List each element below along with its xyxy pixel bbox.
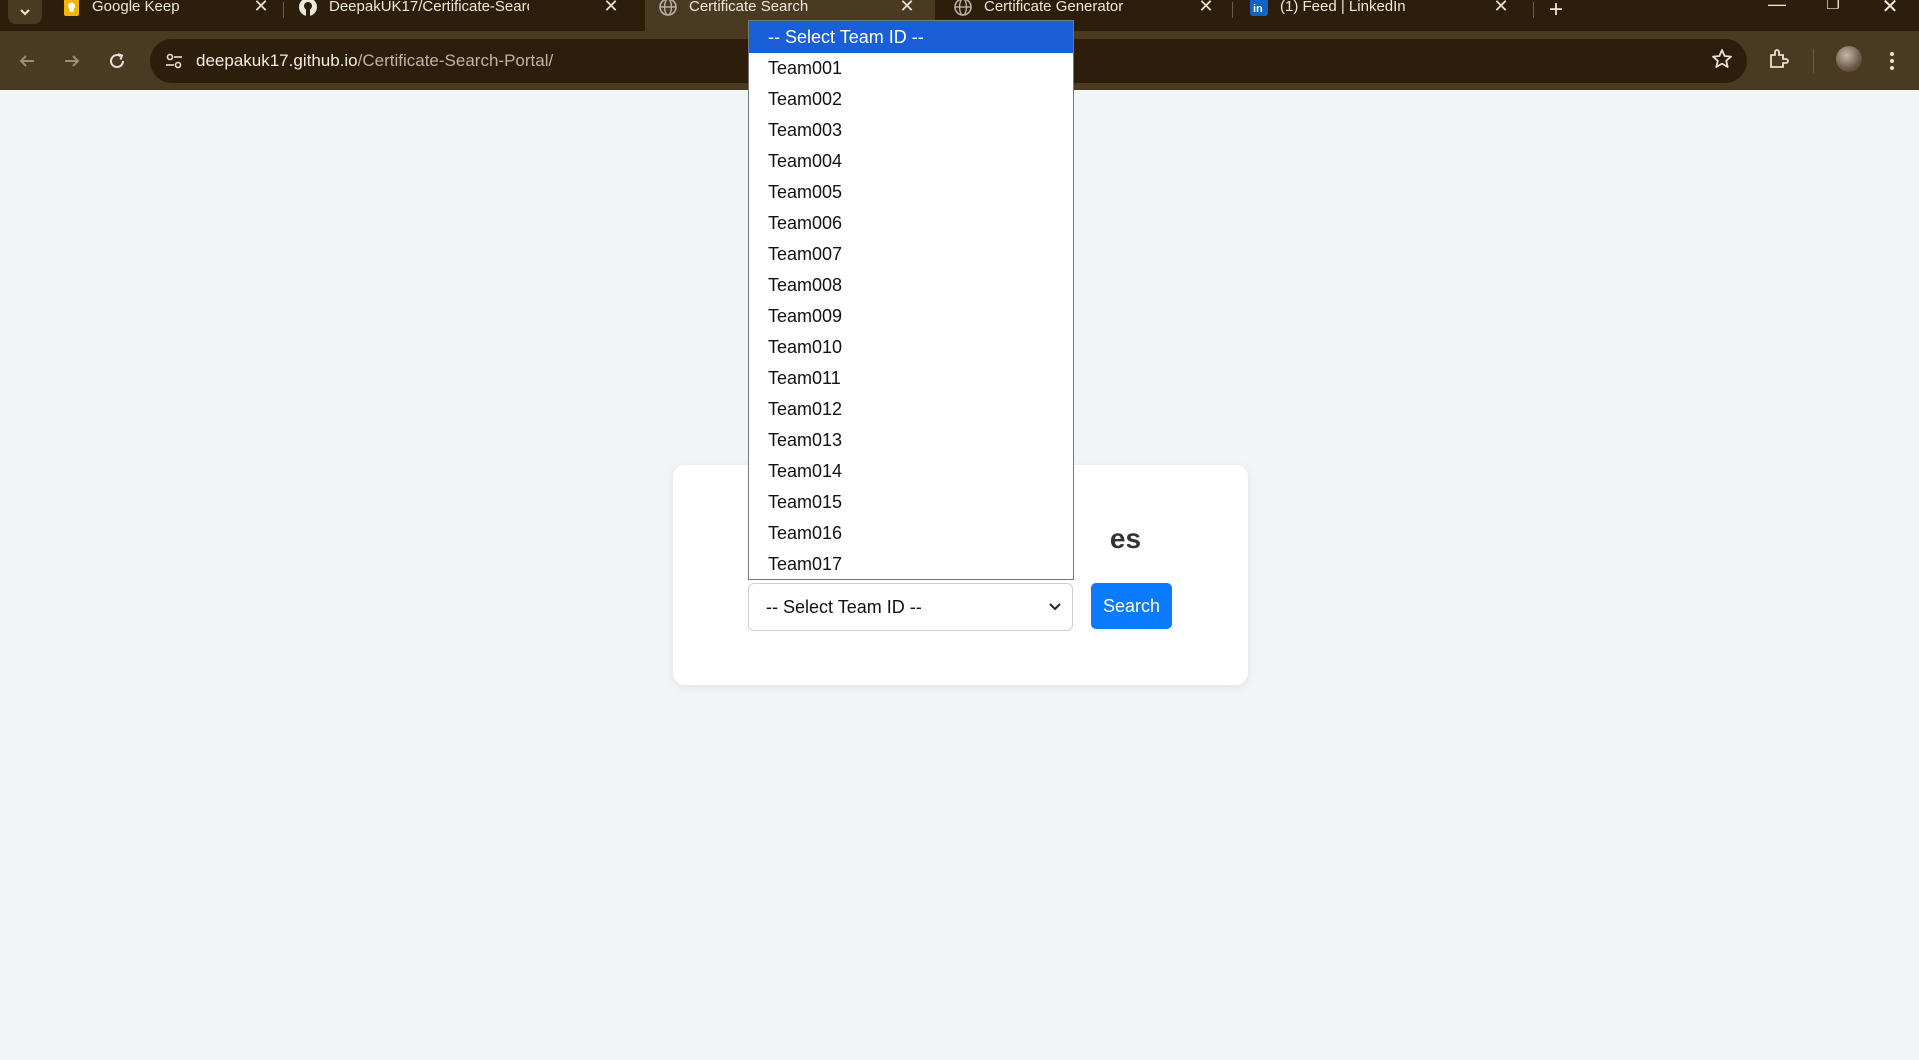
dropdown-option[interactable]: Team014 — [749, 456, 1073, 487]
tab-title: DeepakUK17/Certificate-Search — [329, 0, 529, 14]
back-button[interactable] — [12, 46, 42, 76]
url-host: deepakuk17.github.io — [196, 51, 358, 70]
tab-google-keep[interactable]: Google Keep ✕ — [48, 0, 280, 31]
dropdown-option[interactable]: Team008 — [749, 270, 1073, 301]
browser-menu-button[interactable] — [1882, 46, 1902, 76]
google-keep-icon — [62, 0, 80, 16]
dropdown-option[interactable]: Team012 — [749, 394, 1073, 425]
dropdown-option[interactable]: Team006 — [749, 208, 1073, 239]
svg-text:in: in — [1253, 3, 1263, 15]
select-value: -- Select Team ID -- — [766, 597, 922, 617]
back-arrow-icon — [19, 55, 34, 67]
chevron-down-icon — [1048, 584, 1062, 648]
dropdown-option[interactable]: Team002 — [749, 84, 1073, 115]
dropdown-option[interactable]: Team011 — [749, 363, 1073, 394]
dropdown-option[interactable]: Team017 — [749, 549, 1073, 580]
tab-close-icon[interactable]: ✕ — [1197, 0, 1215, 15]
tab-close-icon[interactable]: ✕ — [602, 0, 620, 15]
tab-close-icon[interactable]: ✕ — [898, 0, 916, 15]
dropdown-option[interactable]: Team010 — [749, 332, 1073, 363]
site-info-button[interactable] — [160, 47, 188, 75]
profile-avatar[interactable] — [1836, 46, 1862, 72]
minimize-icon[interactable]: — — [1767, 0, 1787, 15]
dropdown-option-placeholder[interactable]: -- Select Team ID -- — [749, 21, 1073, 53]
reload-button[interactable] — [102, 46, 132, 76]
tab-close-icon[interactable]: ✕ — [1492, 0, 1510, 15]
team-id-dropdown-list[interactable]: -- Select Team ID -- Team001 Team002 Team00… — [748, 20, 1074, 580]
new-tab-button[interactable]: + — [1545, 0, 1567, 24]
bookmark-star-icon[interactable] — [1711, 48, 1735, 72]
dropdown-option[interactable]: Team009 — [749, 301, 1073, 332]
search-button[interactable]: Search — [1091, 583, 1172, 629]
globe-icon — [954, 0, 972, 16]
close-window-icon[interactable]: ✕ — [1880, 0, 1900, 19]
tab-title: Certificate Search — [689, 0, 809, 14]
dropdown-option[interactable]: Team001 — [749, 53, 1073, 84]
dropdown-option[interactable]: Team015 — [749, 487, 1073, 518]
linkedin-icon: in — [1250, 0, 1268, 16]
dropdown-option[interactable]: Team004 — [749, 146, 1073, 177]
forward-button[interactable] — [57, 46, 87, 76]
dropdown-option[interactable]: Team013 — [749, 425, 1073, 456]
chevron-down-icon — [20, 9, 30, 16]
tab-search-button[interactable] — [8, 0, 42, 24]
tab-github[interactable]: DeepakUK17/Certificate-Search ✕ — [285, 0, 635, 31]
forward-arrow-icon — [65, 55, 80, 67]
reload-icon — [110, 53, 125, 69]
url-path: /Certificate-Search-Portal/ — [357, 51, 554, 70]
restore-icon[interactable]: ❐ — [1823, 0, 1843, 13]
tab-title: Google Keep — [92, 0, 180, 14]
tab-title: Certificate Generator — [984, 0, 1124, 14]
tab-close-icon[interactable]: ✕ — [252, 0, 270, 15]
dropdown-option[interactable]: Team003 — [749, 115, 1073, 146]
github-icon — [299, 0, 317, 16]
dropdown-option[interactable]: Team016 — [749, 518, 1073, 549]
dropdown-option[interactable]: Team005 — [749, 177, 1073, 208]
tab-linkedin[interactable]: in (1) Feed | LinkedIn ✕ — [1236, 0, 1526, 31]
extensions-icon[interactable] — [1766, 47, 1794, 75]
team-id-select[interactable]: -- Select Team ID -- — [748, 583, 1073, 631]
url-text[interactable]: deepakuk17.github.io/Certificate-Search-… — [196, 51, 553, 71]
tab-title: (1) Feed | LinkedIn — [1280, 0, 1406, 14]
tune-icon — [166, 53, 182, 69]
dropdown-option[interactable]: Team007 — [749, 239, 1073, 270]
globe-icon — [659, 0, 677, 16]
